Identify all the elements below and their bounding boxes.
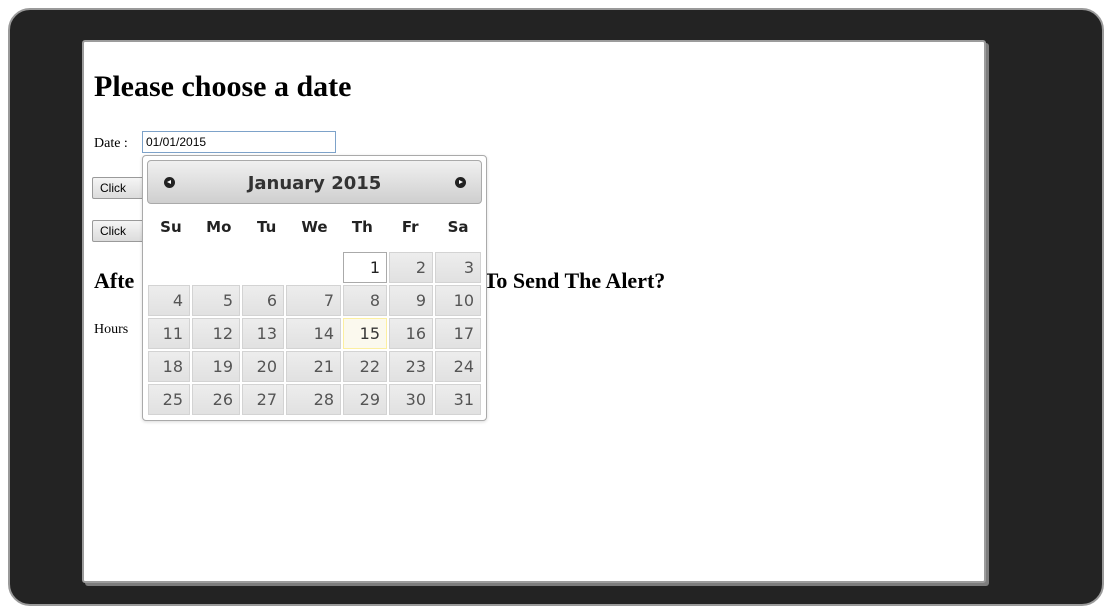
day-cell[interactable]: 28 [286, 384, 341, 415]
day-cell[interactable]: 24 [435, 351, 481, 382]
day-cell[interactable]: 20 [242, 351, 284, 382]
next-month-button[interactable] [451, 173, 469, 191]
day-cell[interactable]: 10 [435, 285, 481, 316]
datepicker-popup: January 2015 Su Mo Tu We Th Fr Sa 123456… [142, 155, 487, 421]
weekday-label: We [301, 218, 328, 236]
hours-label: Hours [94, 322, 129, 337]
day-cell[interactable]: 14 [286, 318, 341, 349]
weekday-label: Sa [447, 218, 469, 236]
weekday-label: Fr [401, 218, 419, 236]
day-cell[interactable]: 30 [389, 384, 433, 415]
day-cell[interactable]: 1 [343, 252, 387, 283]
weekday-header: Su Mo Tu We Th Fr Sa [147, 218, 482, 240]
datepicker-title: January 2015 [148, 173, 481, 194]
day-cell[interactable]: 16 [389, 318, 433, 349]
day-cell[interactable]: 19 [192, 351, 240, 382]
day-cell[interactable]: 17 [435, 318, 481, 349]
datepicker-header: January 2015 [147, 160, 482, 204]
weekday-label: Su [160, 218, 182, 236]
day-grid: 1 2 3 4 5 6 7 8 9 10 11 12 13 14 15 16 17 18 19 20 21 22 23 24 2… [147, 251, 482, 416]
day-cell[interactable]: 6 [242, 285, 284, 316]
weekday-label: Th [351, 218, 373, 236]
day-cell[interactable]: 12 [192, 318, 240, 349]
weekday-label: Tu [257, 218, 277, 236]
date-input[interactable] [142, 131, 336, 153]
day-cell[interactable]: 8 [343, 285, 387, 316]
day-cell[interactable]: 9 [389, 285, 433, 316]
day-cell[interactable]: 18 [148, 351, 190, 382]
day-cell[interactable]: 11 [148, 318, 190, 349]
day-cell[interactable]: 31 [435, 384, 481, 415]
page-title: Please choose a date [94, 70, 352, 103]
day-cell[interactable]: 4 [148, 285, 190, 316]
day-cell[interactable]: 3 [435, 252, 481, 283]
date-label: Date : [94, 136, 128, 151]
day-cell[interactable]: 29 [343, 384, 387, 415]
day-cell[interactable]: 2 [389, 252, 433, 283]
day-cell[interactable]: 27 [242, 384, 284, 415]
datepicker-year: 2015 [331, 173, 382, 194]
day-cell[interactable]: 7 [286, 285, 341, 316]
circle-triangle-right-icon [454, 176, 466, 188]
day-cell[interactable]: 13 [242, 318, 284, 349]
day-cell[interactable]: 23 [389, 351, 433, 382]
question-left: Afte [94, 268, 135, 293]
day-cell[interactable]: 5 [192, 285, 240, 316]
day-cell[interactable]: 15 [343, 318, 387, 349]
day-cell[interactable]: 22 [343, 351, 387, 382]
datepicker-month: January [247, 173, 325, 194]
day-cell[interactable]: 25 [148, 384, 190, 415]
day-cell[interactable]: 21 [286, 351, 341, 382]
day-cell[interactable]: 26 [192, 384, 240, 415]
question-right: t To Send The Alert? [471, 268, 666, 293]
weekday-label: Mo [206, 218, 232, 236]
